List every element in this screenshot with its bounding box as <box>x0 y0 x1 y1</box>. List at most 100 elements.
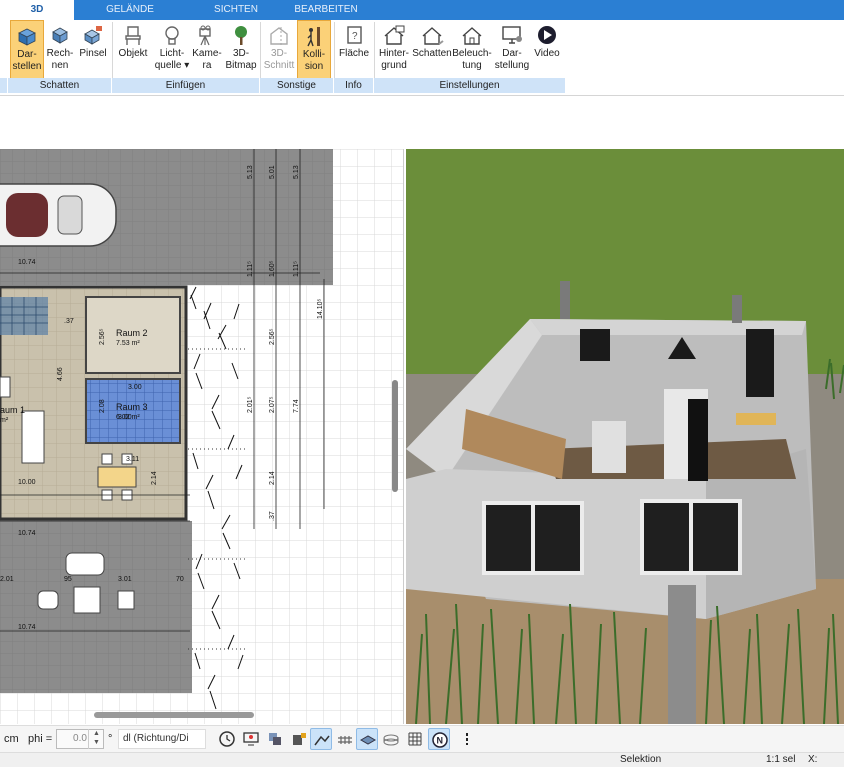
terrain-button[interactable] <box>310 728 332 750</box>
ribbon-tabbar: 3D GELÄNDE SICHTEN BEARBEITEN <box>0 0 844 20</box>
flaeche-button[interactable]: ? Fläche <box>336 20 372 80</box>
group-einfuegen: Einfügen <box>112 78 260 93</box>
horizontal-scrollbar[interactable] <box>94 712 254 718</box>
tab-sichten[interactable]: SICHTEN <box>200 0 272 20</box>
layers-icon <box>359 735 377 745</box>
dim-label: 14.10⁵ <box>317 298 324 319</box>
3d-render[interactable] <box>406 149 844 724</box>
dim-label: 3.11 <box>126 456 139 463</box>
tree-icon <box>235 26 247 45</box>
room-name: Raum 3 <box>116 402 148 412</box>
paint-button[interactable] <box>288 728 310 750</box>
group-einstellungen: Einstellungen <box>374 78 566 93</box>
kamera-button[interactable]: Kame- ra <box>191 20 223 80</box>
status-x: X: <box>808 754 818 765</box>
tab-3d[interactable]: 3D <box>0 0 74 20</box>
stamp-button[interactable] <box>264 728 286 750</box>
ribbon-separator <box>260 22 261 78</box>
dim-label: 2.14 <box>151 471 158 485</box>
darstellung-button[interactable]: Dar- stellung <box>494 20 530 80</box>
terrain-icon <box>314 735 330 746</box>
tab-bearbeiten[interactable]: BEARBEITEN <box>288 0 364 20</box>
texture-button[interactable] <box>334 728 356 750</box>
kollision-button[interactable]: Kolli- sion <box>297 20 331 80</box>
north-icon: N <box>432 732 448 748</box>
info-area-icon: ? <box>347 26 362 44</box>
chevron-down-icon: ▾ <box>184 60 190 71</box>
ribbon-separator <box>374 22 375 78</box>
dim-label: 10.74 <box>18 530 36 537</box>
video-button[interactable]: Video <box>530 20 564 80</box>
play-icon <box>538 26 556 44</box>
floor-plan-view[interactable]: 10.74 10.00 10.74 10.74 2.01 3.01 95 70 … <box>0 149 404 724</box>
monitor-button[interactable] <box>240 728 262 750</box>
direction-select[interactable]: dl (Richtung/Di <box>118 729 206 749</box>
monitor-icon <box>243 732 259 746</box>
lightbulb-icon <box>165 26 179 45</box>
monitor-gear-icon <box>502 26 522 44</box>
dim-label: 1.60⁵ <box>269 260 276 277</box>
bitmap-button[interactable]: 3D- Bitmap <box>224 20 258 80</box>
beleuchtung-button[interactable]: Beleuch- tung <box>452 20 492 80</box>
status-mode: Selektion <box>620 754 662 765</box>
dim-label: 2.56⁵ <box>99 328 106 345</box>
dim-label: 5.13 <box>247 165 254 179</box>
dim-label: 2.08 <box>99 399 106 413</box>
clock-button[interactable] <box>216 728 238 750</box>
3d-view[interactable] <box>406 149 844 724</box>
car-icon <box>0 183 117 247</box>
dim-label: 2.01 <box>0 576 14 583</box>
lighting-house-icon <box>462 27 482 45</box>
dim-label: 2.01⁵ <box>247 396 254 413</box>
lichtquelle-button[interactable]: Licht- quelle ▾ <box>153 20 191 80</box>
camera-icon <box>199 25 211 46</box>
room-name: aum 1 <box>0 405 25 415</box>
dim-label: 2.56⁵ <box>269 328 276 345</box>
paint-bucket-icon <box>293 733 306 745</box>
shadow-house-icon <box>422 27 444 45</box>
north-button[interactable]: N <box>428 728 450 750</box>
ribbon-separator <box>334 22 335 78</box>
surface-button[interactable] <box>380 728 402 750</box>
room-area: 6.02 m² <box>116 414 140 421</box>
schatten-settings-button[interactable]: Schatten <box>412 20 452 80</box>
darstellen-button[interactable]: Dar- stellen <box>10 20 44 80</box>
tab-gelaende[interactable]: GELÄNDE <box>92 0 168 20</box>
group-info: Info <box>334 78 374 93</box>
render-icon <box>18 28 36 46</box>
dim-label: 2.07⁵ <box>269 396 276 413</box>
status-bar: Selektion 1:1 sel X: <box>0 752 844 767</box>
dim-label: 3.01 <box>118 576 132 583</box>
svg-text:N: N <box>437 736 444 746</box>
room-name: Raum 2 <box>116 328 148 338</box>
section-icon <box>270 27 288 45</box>
dim-label: 1.11⁵ <box>293 261 300 277</box>
rechnen-button[interactable]: Rech- nen <box>45 20 75 80</box>
dim-label: 7.74 <box>293 399 300 413</box>
phi-label: phi = <box>28 733 53 745</box>
floor-plan-canvas[interactable]: 10.74 10.00 10.74 10.74 2.01 3.01 95 70 … <box>0 149 404 724</box>
dim-label: .37 <box>269 511 276 521</box>
dim-label: 10.74 <box>18 624 36 631</box>
layer-button[interactable] <box>356 728 378 750</box>
pin-button[interactable] <box>456 728 478 750</box>
room-area: 7.53 m² <box>116 340 140 347</box>
vertical-scrollbar[interactable] <box>392 380 398 492</box>
room-area: m² <box>0 417 9 424</box>
objekt-button[interactable]: Objekt <box>115 20 151 80</box>
status-scale: 1:1 sel <box>766 754 796 765</box>
group-schatten: Schatten <box>8 78 112 93</box>
phi-stepper[interactable]: ▲ ▼ <box>88 729 104 749</box>
pinsel-button[interactable]: Pinsel <box>77 20 109 80</box>
svg-text:?: ? <box>352 31 358 42</box>
hintergrund-button[interactable]: Hinter- grund <box>376 20 412 80</box>
grid-button[interactable] <box>404 728 426 750</box>
dim-label: 10.00 <box>18 479 36 486</box>
background-icon <box>384 25 405 45</box>
grid-icon <box>408 732 422 746</box>
calculate-icon <box>52 27 68 44</box>
dim-label: 5.01 <box>269 165 276 179</box>
schnitt-button[interactable]: 3D- Schnitt <box>262 20 296 80</box>
degree-label: ° <box>108 733 113 745</box>
stamp-icon <box>269 733 281 745</box>
